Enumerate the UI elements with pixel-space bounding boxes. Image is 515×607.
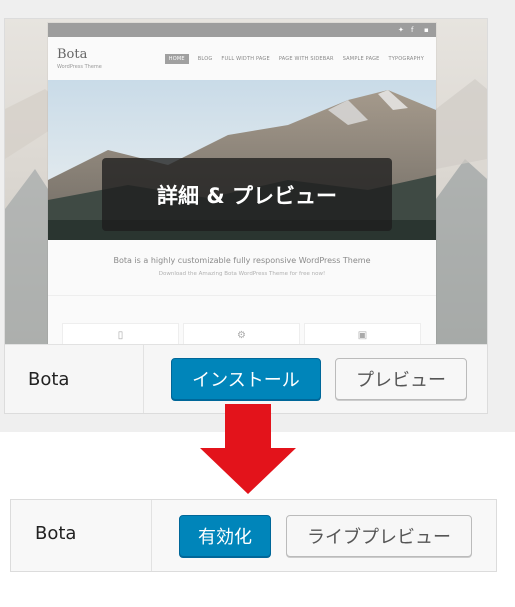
install-button[interactable]: インストール (171, 358, 321, 400)
theme-card-footer: Bota インストール プレビュー (5, 344, 487, 413)
facebook-icon: f (411, 26, 414, 34)
theme-name-cell: Bota (5, 345, 144, 413)
theme-name: Bota (28, 369, 70, 390)
site-nav-item: HOME (164, 54, 189, 64)
site-title: Bota (57, 47, 88, 62)
activate-button[interactable]: 有効化 (179, 515, 271, 557)
site-headline: Bota is a highly customizable fully resp… (113, 256, 371, 265)
theme-card-before[interactable]: ✦ f ▪ Bota WordPress Theme HOME BLOG FUL… (4, 18, 488, 414)
site-subline: Download the Amazing Bota WordPress Them… (158, 271, 326, 277)
image-icon: ▣ (357, 330, 368, 341)
site-nav-item: SAMPLE PAGE (342, 56, 380, 62)
theme-screenshot[interactable]: ✦ f ▪ Bota WordPress Theme HOME BLOG FUL… (5, 19, 487, 344)
site-nav-item: BLOG (197, 56, 213, 62)
mobile-icon: ▯ (117, 330, 124, 341)
theme-name: Bota (35, 523, 77, 544)
preview-button[interactable]: プレビュー (335, 358, 467, 400)
site-topbar: ✦ f ▪ (48, 23, 436, 37)
arrow-down-icon (200, 404, 296, 494)
details-preview-overlay[interactable]: 詳細 & プレビュー (102, 158, 392, 231)
site-nav-item: TYPOGRAPHY (388, 56, 424, 62)
live-preview-button[interactable]: ライブプレビュー (286, 515, 472, 557)
theme-card-after: Bota 有効化 ライブプレビュー (10, 499, 497, 572)
site-feature-box: ⚙ (183, 323, 300, 344)
site-nav-item: FULL WIDTH PAGE (221, 56, 270, 62)
site-feature-box: ▣ (304, 323, 421, 344)
instagram-icon: ▪ (424, 26, 429, 34)
theme-name-cell: Bota (11, 500, 152, 571)
gear-icon: ⚙ (237, 330, 246, 341)
site-divider (48, 295, 436, 296)
site-feature-box: ▯ (62, 323, 179, 344)
site-nav: HOME BLOG FULL WIDTH PAGE PAGE WITH SIDE… (164, 54, 424, 64)
twitter-icon: ✦ (398, 26, 404, 34)
site-nav-item: PAGE WITH SIDEBAR (278, 56, 334, 62)
site-tagline: WordPress Theme (57, 64, 102, 70)
